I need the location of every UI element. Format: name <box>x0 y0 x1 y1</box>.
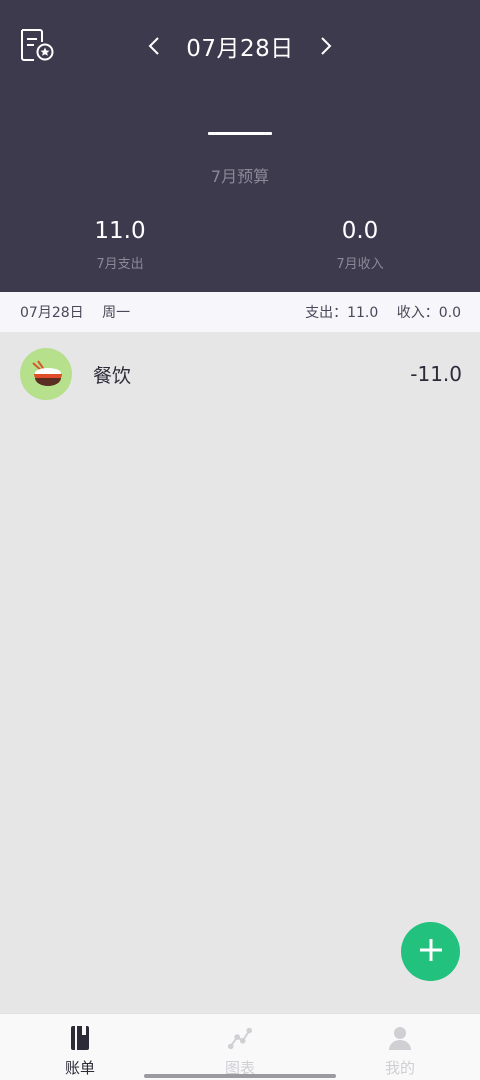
add-record-button[interactable] <box>401 922 460 981</box>
home-indicator <box>144 1074 336 1078</box>
month-expense-label: 7月支出 <box>96 257 144 272</box>
bottom-tab-bar: 账单 图表 我的 <box>0 1013 480 1080</box>
plus-icon <box>418 937 444 967</box>
month-expense-value: 11.0 <box>94 218 146 244</box>
month-income-value: 0.0 <box>341 218 379 244</box>
book-icon <box>67 1024 93 1052</box>
date-navigator: 07月28日 <box>0 26 480 66</box>
list-item[interactable]: 餐饮 -11.0 <box>0 332 480 416</box>
entry-category: 餐饮 <box>93 364 132 387</box>
chevron-right-icon[interactable] <box>316 32 336 60</box>
header: 07月28日 7月预算 11.0 7月支出 0.0 7月收入 <box>0 0 480 292</box>
tab-profile[interactable]: 我的 <box>320 1014 480 1080</box>
month-expense-stat: 11.0 7月支出 <box>0 218 240 272</box>
month-income-label: 7月收入 <box>336 257 384 272</box>
tab-bills-label: 账单 <box>64 1059 95 1077</box>
tab-bills[interactable]: 账单 <box>0 1014 160 1080</box>
budget-indicator-line <box>208 132 272 135</box>
day-summary-row: 07月28日 周一 支出：11.0 收入：0.0 <box>0 292 480 332</box>
tab-profile-label: 我的 <box>384 1059 415 1077</box>
person-icon <box>387 1024 413 1052</box>
day-date: 07月28日 <box>20 305 84 321</box>
chevron-left-icon[interactable] <box>144 32 164 60</box>
day-weekday: 周一 <box>102 305 131 321</box>
day-income: 收入：0.0 <box>396 305 461 321</box>
month-income-stat: 0.0 7月收入 <box>240 218 480 272</box>
current-date[interactable]: 07月28日 <box>186 29 294 63</box>
day-expense: 支出：11.0 <box>305 305 379 321</box>
food-bowl-icon <box>20 348 72 400</box>
entry-amount: -11.0 <box>410 362 462 386</box>
budget-label[interactable]: 7月预算 <box>0 163 480 187</box>
chart-icon <box>227 1024 253 1052</box>
tab-charts[interactable]: 图表 <box>160 1014 320 1080</box>
